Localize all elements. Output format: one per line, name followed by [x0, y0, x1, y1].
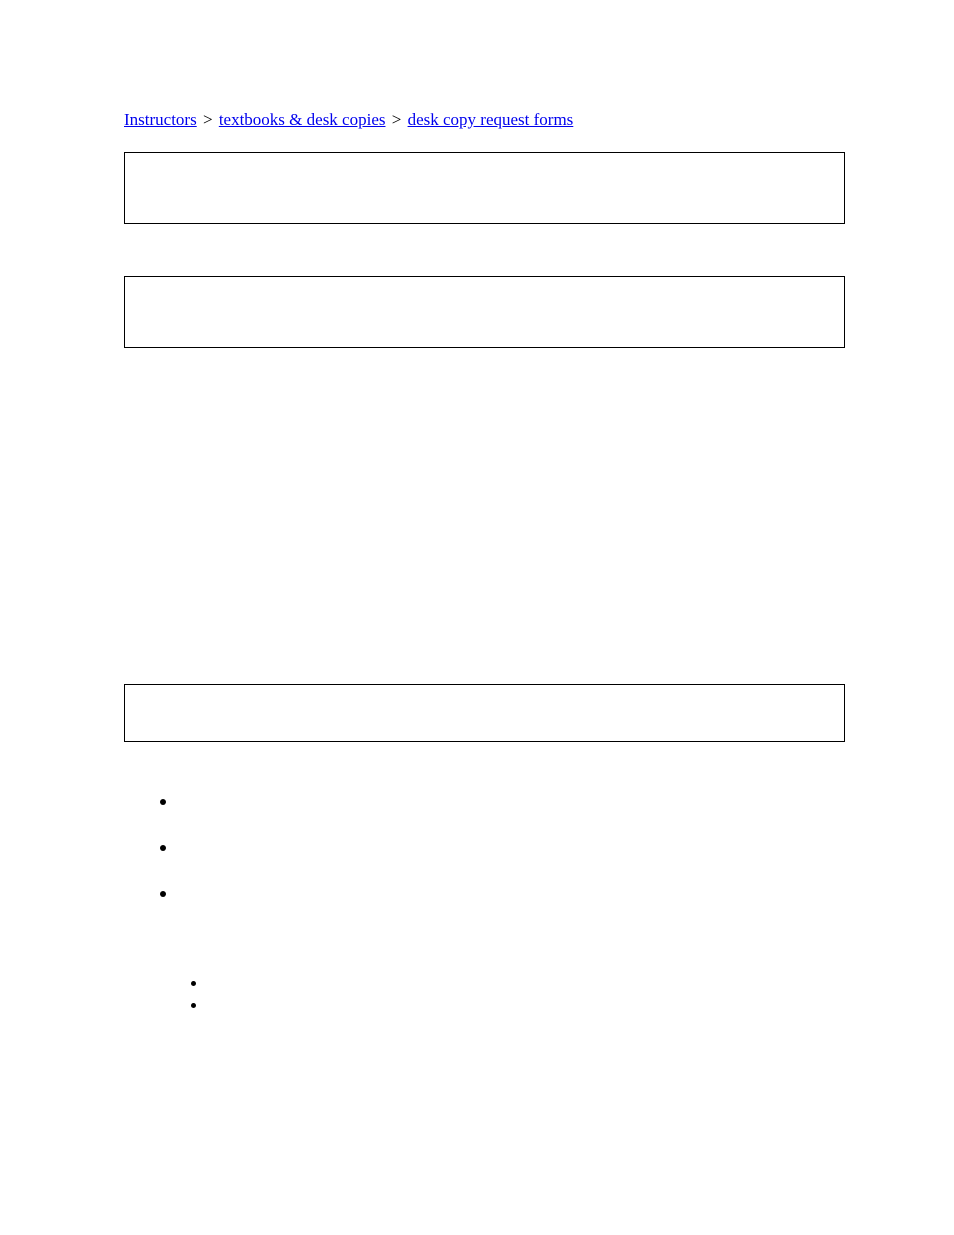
- spacer: [124, 348, 847, 684]
- spacer: [124, 742, 847, 790]
- bullet-list: [124, 790, 847, 892]
- breadcrumb: Instructors > textbooks & desk copies > …: [124, 110, 847, 130]
- breadcrumb-link-textbooks[interactable]: textbooks & desk copies: [219, 110, 386, 129]
- page: Instructors > textbooks & desk copies > …: [0, 0, 954, 1235]
- list-item: [178, 790, 847, 800]
- nested-list-container: [124, 972, 847, 1004]
- content-box-2: [124, 276, 845, 348]
- list-item: [178, 836, 847, 846]
- list-item: [178, 882, 847, 892]
- breadcrumb-separator: >: [199, 110, 217, 129]
- list-item: [208, 972, 847, 982]
- nested-bullet-list: [208, 972, 847, 1004]
- breadcrumb-separator: >: [387, 110, 405, 129]
- breadcrumb-link-instructors[interactable]: Instructors: [124, 110, 197, 129]
- content-box-1: [124, 152, 845, 224]
- list-item: [208, 994, 847, 1004]
- content-box-3: [124, 684, 845, 742]
- breadcrumb-link-desk-copy[interactable]: desk copy request forms: [408, 110, 574, 129]
